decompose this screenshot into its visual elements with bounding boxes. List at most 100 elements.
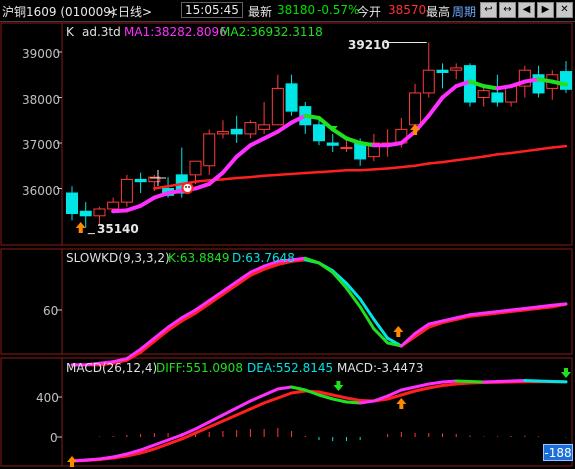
ma2-line-segment bbox=[441, 159, 458, 164]
high-marker-label: 39210 bbox=[348, 38, 390, 52]
candle-body bbox=[93, 208, 106, 217]
ma1-line-segment bbox=[426, 95, 445, 118]
kd-k-value: K:63.8849 bbox=[168, 251, 230, 265]
kline-pane bbox=[57, 41, 572, 235]
candle-body bbox=[477, 90, 490, 99]
kline-ytick-label: 36000 bbox=[22, 184, 60, 198]
ma2-line-segment bbox=[372, 167, 389, 171]
kline-legend-label: K bbox=[66, 25, 75, 39]
ma2-line-segment bbox=[358, 168, 376, 172]
kd-k-line-segment bbox=[550, 302, 568, 307]
candle-body bbox=[120, 178, 133, 203]
ma1-line-segment bbox=[262, 129, 280, 141]
ma1-line-segment bbox=[152, 191, 171, 200]
macd-diff-value: DIFF:551.0908 bbox=[156, 361, 243, 375]
ma2-line-segment bbox=[235, 175, 252, 180]
candle-body bbox=[244, 122, 257, 135]
macd-diff-line-segment bbox=[97, 455, 115, 461]
buy-signal-arrow-icon bbox=[75, 222, 86, 233]
macd-diff-line-segment bbox=[84, 457, 101, 462]
ma2-line-segment bbox=[509, 149, 527, 155]
buy-signal-arrow-icon bbox=[396, 398, 407, 409]
macd-dea-line-segment bbox=[427, 384, 444, 390]
candle-body bbox=[134, 178, 147, 183]
kline-ytick-label: 39000 bbox=[22, 47, 60, 61]
candle-body bbox=[271, 87, 284, 126]
macd-diff-line-segment bbox=[399, 385, 417, 392]
kd-legend: SLOWKD(9,3,3,2) bbox=[66, 251, 170, 265]
macd-diff-line-segment bbox=[454, 379, 472, 383]
ma1-line-segment bbox=[358, 141, 376, 148]
macd-dea-line-segment bbox=[235, 407, 252, 417]
low-marker-label: 35140 bbox=[97, 222, 139, 236]
macd-dea-line-segment bbox=[399, 389, 417, 397]
macd-dea-line-segment bbox=[344, 396, 362, 402]
macd-diff-line-segment bbox=[276, 385, 294, 391]
macd-diff-line-segment bbox=[482, 380, 499, 384]
candle-body bbox=[340, 147, 353, 150]
ma2-line-segment bbox=[194, 179, 211, 183]
ma1-line-segment bbox=[481, 84, 500, 91]
macd-last-value-badge: -188 bbox=[543, 444, 573, 461]
ma1-line-segment bbox=[536, 77, 555, 84]
candle-body bbox=[216, 131, 229, 135]
smiley-eye-icon bbox=[188, 186, 190, 188]
candle-body bbox=[203, 133, 216, 167]
macd-diff-line-segment bbox=[358, 399, 376, 405]
kd-k-line-segment bbox=[482, 310, 499, 315]
ma1-line-segment bbox=[522, 77, 541, 84]
ma1-line-segment bbox=[303, 113, 321, 120]
kd-k-line-segment bbox=[468, 311, 486, 317]
candle-body bbox=[326, 142, 339, 146]
macd-diff-line-segment bbox=[290, 385, 307, 392]
ma2-line-segment bbox=[551, 144, 568, 149]
candle-body bbox=[560, 71, 572, 90]
macd-ytick-label: 400 bbox=[36, 391, 59, 405]
kline-legend-title: ad.3td bbox=[82, 25, 121, 39]
ma2-line-segment bbox=[304, 170, 321, 175]
ma2-line-segment bbox=[290, 171, 307, 176]
candle-body bbox=[409, 92, 422, 126]
candle-body bbox=[422, 69, 435, 94]
ma2-line-segment bbox=[400, 164, 417, 169]
ma1-line-segment bbox=[344, 136, 363, 145]
macd-dea-line-segment bbox=[221, 413, 239, 423]
candle-body bbox=[491, 92, 504, 103]
chart-area[interactable]: K ad.3td MA1:38282.8096 MA2:36932.3118 3… bbox=[0, 0, 575, 469]
kd-k-line-segment bbox=[523, 305, 541, 310]
ma2-line-segment bbox=[482, 153, 499, 158]
ma2-line-segment bbox=[427, 160, 444, 165]
macd-diff-line-segment bbox=[537, 379, 554, 383]
smiley-eye-icon bbox=[185, 186, 187, 188]
ma2-line-segment bbox=[468, 155, 485, 160]
macd-diff-line-segment bbox=[495, 379, 513, 383]
ma1-value: MA1:38282.8096 bbox=[124, 25, 227, 39]
macd-dea-line-segment bbox=[441, 382, 458, 387]
kd-k-line-segment bbox=[537, 303, 554, 309]
ma1-line-segment bbox=[330, 127, 349, 141]
ma2-line-segment bbox=[276, 172, 293, 177]
candle-body bbox=[107, 201, 120, 210]
ma2-line-segment bbox=[249, 174, 266, 179]
candle-body bbox=[285, 83, 298, 112]
ma2-line-segment bbox=[537, 146, 554, 151]
macd-legend: MACD(26,12,4) bbox=[66, 361, 157, 375]
ma2-line-segment bbox=[523, 148, 540, 153]
kline-ytick-label: 37000 bbox=[22, 138, 60, 152]
ma2-line-segment bbox=[413, 162, 431, 167]
ma1-line-segment bbox=[207, 170, 225, 186]
ma1-line-segment bbox=[495, 84, 514, 91]
buy-signal-arrow-icon bbox=[393, 326, 404, 337]
macd-dea-value: DEA:552.8145 bbox=[247, 361, 333, 375]
candle-body bbox=[436, 69, 449, 73]
macd-diff-line-segment bbox=[344, 400, 362, 405]
ma2-line-segment bbox=[454, 157, 472, 162]
ma2-line-segment bbox=[331, 169, 348, 173]
macd-pane bbox=[57, 368, 571, 467]
candle-body bbox=[258, 124, 271, 130]
candle-body bbox=[313, 124, 325, 142]
kd-ytick-label: 60 bbox=[43, 304, 58, 318]
macd-diff-line-segment bbox=[523, 379, 541, 383]
ma2-line-segment bbox=[262, 173, 280, 178]
macd-dea-line-segment bbox=[454, 381, 472, 386]
